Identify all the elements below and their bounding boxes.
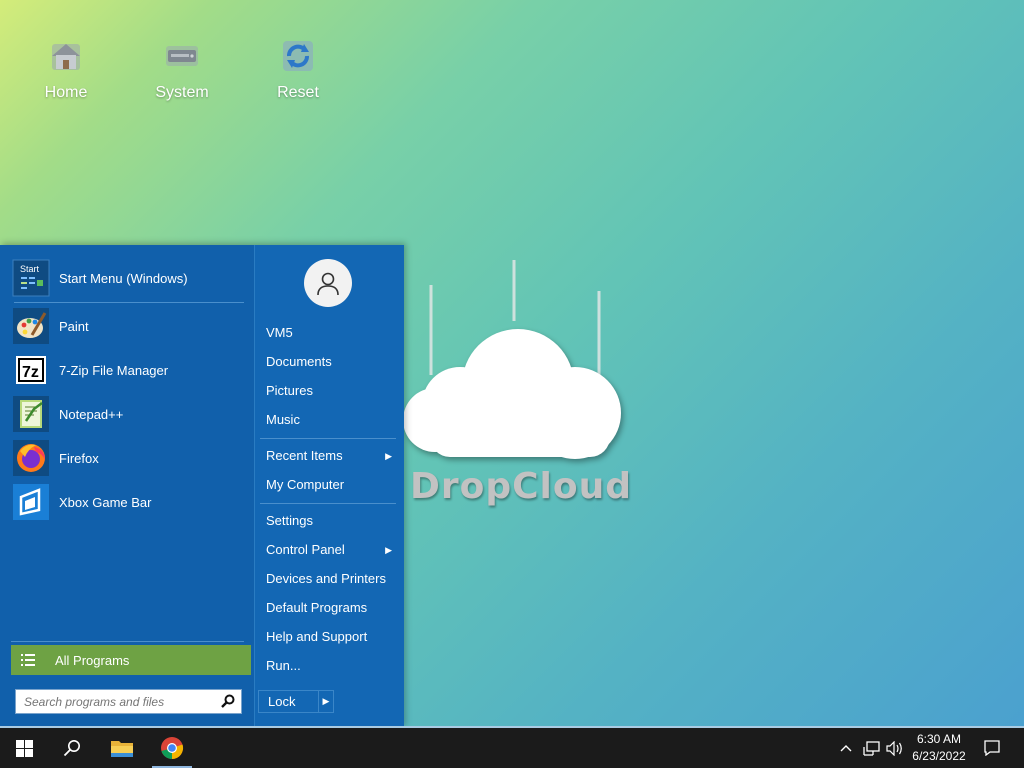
taskbar-clock[interactable]: 6:30 AM 6/23/2022 xyxy=(902,731,976,765)
svg-text:Start: Start xyxy=(20,264,40,274)
lock-button[interactable]: Lock ▶ xyxy=(258,690,334,713)
desktop-icon-system[interactable]: System xyxy=(137,36,227,102)
program-label: 7-Zip File Manager xyxy=(59,362,169,378)
start-menu-icon: Start xyxy=(12,259,50,297)
menu-item-label: Control Panel xyxy=(266,542,345,557)
menu-item-pictures[interactable]: Pictures xyxy=(266,380,396,402)
taskbar-chrome[interactable] xyxy=(148,728,196,768)
home-icon xyxy=(52,44,80,70)
program-label: Notepad++ xyxy=(59,406,124,422)
menu-item-default-programs[interactable]: Default Programs xyxy=(266,597,396,619)
show-hidden-icons-button[interactable] xyxy=(836,728,856,768)
desktop-icon-label: Home xyxy=(44,84,88,101)
clock-time: 6:30 AM xyxy=(916,732,962,746)
submenu-arrow-icon: ▶ xyxy=(385,545,392,555)
program-label: Firefox xyxy=(59,450,99,466)
taskbar-search-button[interactable] xyxy=(48,728,96,768)
program-start-menu[interactable]: Start Start Menu (Windows) xyxy=(12,258,250,298)
lock-options-arrow-icon[interactable]: ▶ xyxy=(319,696,333,707)
firefox-icon xyxy=(12,439,50,477)
user-avatar[interactable] xyxy=(304,259,352,307)
program-label: Paint xyxy=(59,318,89,334)
menu-item-run[interactable]: Run... xyxy=(266,655,396,677)
chevron-up-icon xyxy=(840,745,852,752)
menu-item-recent-items[interactable]: Recent Items ▶ xyxy=(266,445,396,467)
7zip-icon: 7z xyxy=(12,351,50,389)
menu-item-devices-printers[interactable]: Devices and Printers xyxy=(266,568,396,590)
all-programs-separator xyxy=(11,641,244,642)
program-xbox-game-bar[interactable]: Xbox Game Bar xyxy=(12,482,250,522)
program-7zip[interactable]: 7z 7-Zip File Manager xyxy=(12,350,250,390)
xbox-game-bar-icon xyxy=(12,483,50,521)
chrome-icon xyxy=(161,737,184,760)
program-label: Xbox Game Bar xyxy=(59,494,152,510)
program-paint[interactable]: Paint xyxy=(12,306,250,346)
search-input[interactable] xyxy=(22,693,216,710)
all-programs-label: All Programs xyxy=(55,652,130,668)
desktop-icon-label: System xyxy=(155,84,209,101)
menu-item-control-panel[interactable]: Control Panel ▶ xyxy=(266,539,396,561)
program-notepadpp[interactable]: Notepad++ xyxy=(12,394,250,434)
menu-item-music[interactable]: Music xyxy=(266,409,396,431)
submenu-arrow-icon: ▶ xyxy=(385,451,392,461)
wallpaper-logo-text: DropCloud xyxy=(410,466,633,507)
search-icon xyxy=(63,740,80,757)
menu-item-settings[interactable]: Settings xyxy=(266,510,396,532)
reset-icon xyxy=(283,41,313,71)
places-separator xyxy=(260,438,396,439)
network-icon xyxy=(862,740,880,756)
menu-item-label: Recent Items xyxy=(266,448,343,463)
menu-item-my-computer[interactable]: My Computer xyxy=(266,474,396,496)
menu-item-documents[interactable]: Documents xyxy=(266,351,396,373)
program-firefox[interactable]: Firefox xyxy=(12,438,250,478)
desktop-icon-label: Reset xyxy=(277,84,319,101)
lock-label: Lock xyxy=(259,691,319,712)
clock-date: 6/23/2022 xyxy=(912,749,966,763)
notepadpp-icon xyxy=(12,395,50,433)
network-tray-button[interactable] xyxy=(860,728,882,768)
places-separator xyxy=(260,503,396,504)
notification-icon xyxy=(984,740,1000,756)
notifications-button[interactable] xyxy=(978,728,1006,768)
start-menu-programs-pane: Start Start Menu (Windows) Paint 7z 7-Zi… xyxy=(0,245,254,728)
start-menu: Start Start Menu (Windows) Paint 7z 7-Zi… xyxy=(0,245,404,728)
menu-item-help-support[interactable]: Help and Support xyxy=(266,626,396,648)
start-menu-places-pane: VM5 Documents Pictures Music Recent Item… xyxy=(255,245,404,728)
list-icon xyxy=(21,654,35,666)
start-button[interactable] xyxy=(0,728,48,768)
paint-icon xyxy=(12,307,50,345)
taskbar: 6:30 AM 6/23/2022 xyxy=(0,728,1024,768)
all-programs-button[interactable]: All Programs xyxy=(11,645,251,675)
user-icon xyxy=(317,272,339,296)
search-icon[interactable] xyxy=(221,694,235,708)
program-label: Start Menu (Windows) xyxy=(59,270,188,286)
search-box[interactable] xyxy=(15,689,242,714)
folder-icon xyxy=(111,741,133,757)
svg-text:7z: 7z xyxy=(22,364,39,381)
menu-item-user-folder[interactable]: VM5 xyxy=(266,322,396,344)
desktop-icon-reset[interactable]: Reset xyxy=(253,36,343,102)
desktop-icon-home[interactable]: Home xyxy=(21,36,111,102)
system-drive-icon xyxy=(166,46,198,66)
taskbar-file-explorer[interactable] xyxy=(98,728,146,768)
windows-logo-icon xyxy=(15,739,33,757)
programs-separator xyxy=(14,302,244,303)
